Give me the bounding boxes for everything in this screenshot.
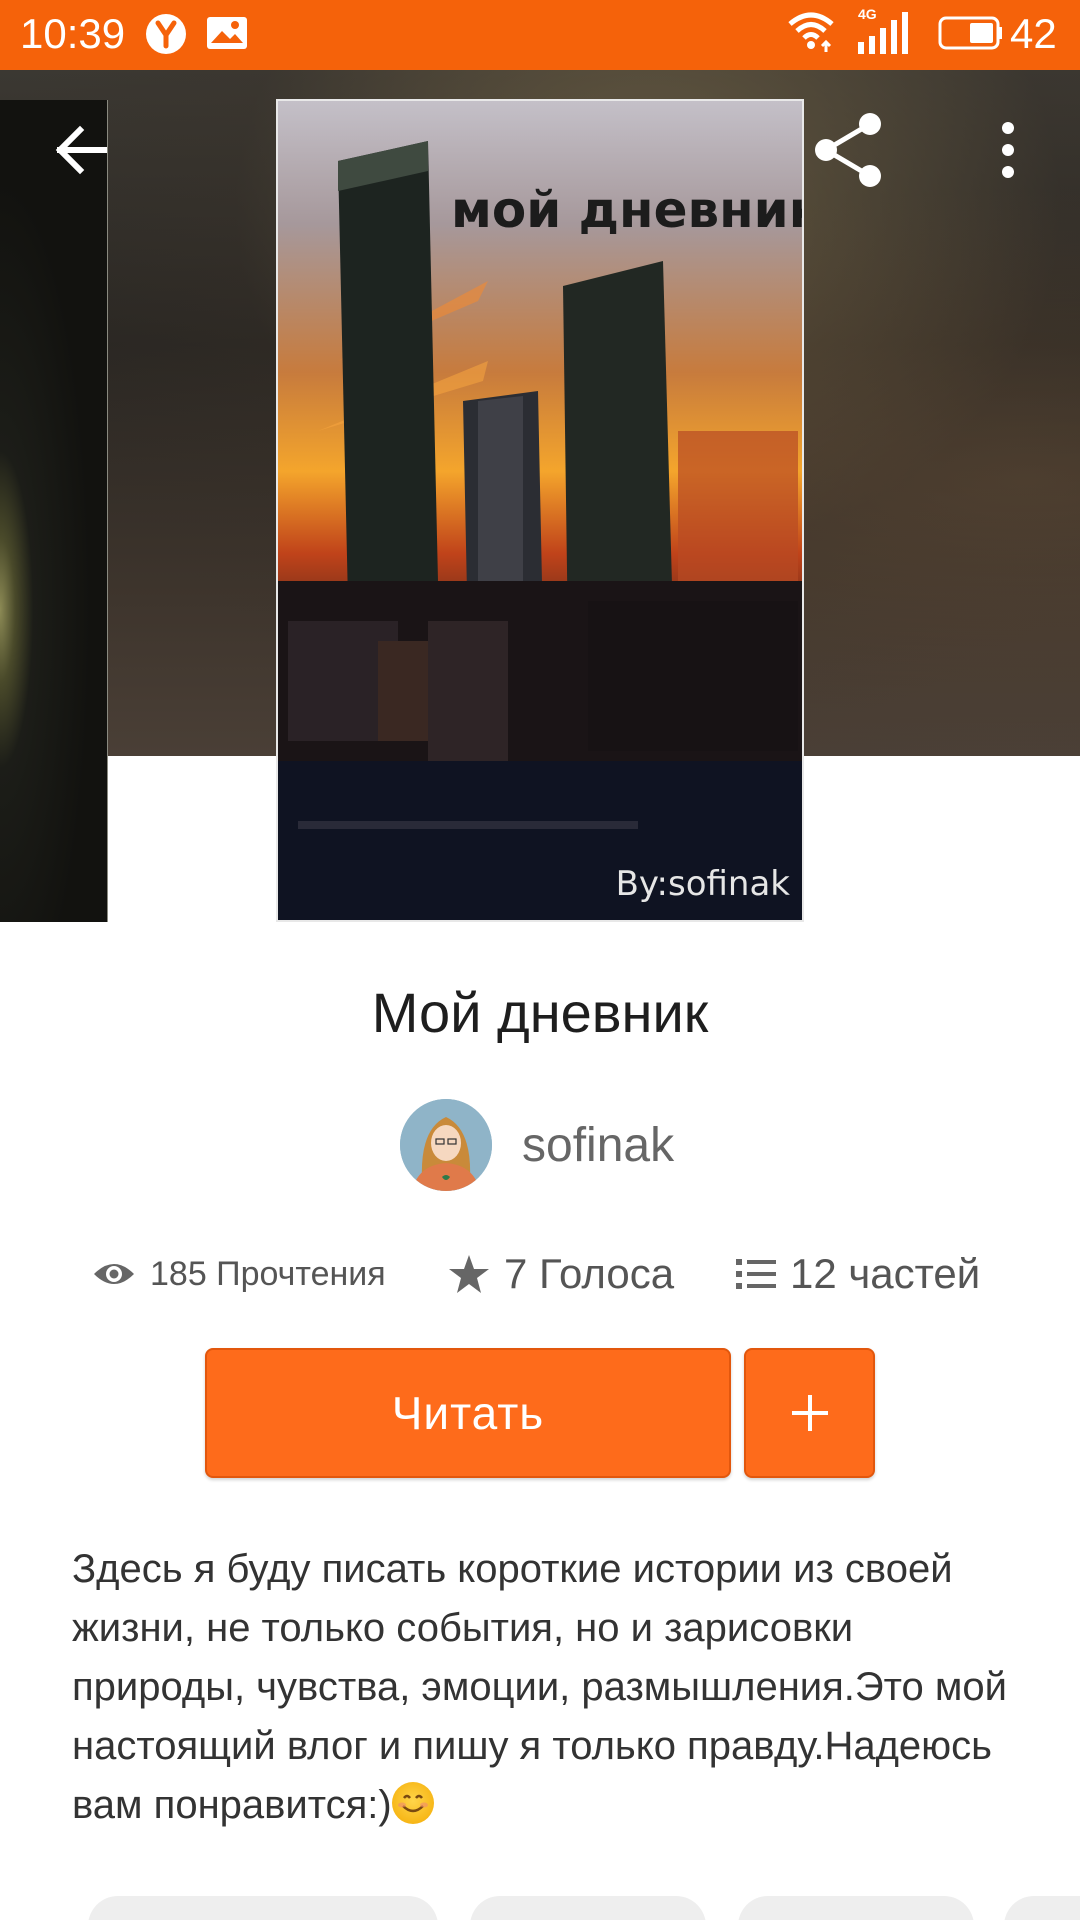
back-arrow-icon[interactable] xyxy=(52,120,112,180)
tag-chip[interactable] xyxy=(470,1896,706,1920)
parts-stat[interactable]: 12 частей xyxy=(736,1244,980,1304)
battery-icon xyxy=(938,16,1002,50)
status-bar: 10:39 4G 42 xyxy=(0,0,1080,70)
battery-percentage: 42 xyxy=(1010,10,1057,57)
reads-count: 185 Прочтения xyxy=(150,1254,386,1293)
tag-chip[interactable] xyxy=(738,1896,974,1920)
story-title: Мой дневник xyxy=(371,981,709,1044)
parts-count: 12 частей xyxy=(790,1250,981,1297)
eye-icon xyxy=(94,1264,134,1284)
votes-stat: 7 Голоса xyxy=(448,1244,674,1304)
story-cover[interactable]: мой дневник By:sofinak xyxy=(276,99,804,922)
signal-strength-icon xyxy=(858,12,908,54)
author-row[interactable]: sofinak xyxy=(400,1098,674,1192)
reads-stat: 185 Прочтения xyxy=(92,1244,386,1304)
cover-author-text: By:sofinak xyxy=(615,864,790,904)
tag-chip[interactable] xyxy=(88,1896,438,1920)
star-icon xyxy=(449,1255,489,1293)
author-name[interactable]: sofinak xyxy=(522,1118,674,1173)
tags-row xyxy=(0,1896,1080,1920)
previous-story-cover[interactable] xyxy=(0,100,108,922)
tag-chip[interactable] xyxy=(1004,1896,1080,1920)
yandex-browser-icon xyxy=(146,14,186,54)
story-stats: 185 Прочтения 7 Голоса 12 частей xyxy=(0,1244,1080,1304)
add-to-library-button[interactable] xyxy=(744,1348,875,1478)
author-avatar[interactable] xyxy=(400,1099,492,1191)
wifi-icon xyxy=(788,12,834,52)
read-button[interactable]: Читать xyxy=(205,1348,731,1478)
votes-count: 7 Голоса xyxy=(504,1250,675,1297)
list-icon xyxy=(736,1259,776,1289)
status-time: 10:39 xyxy=(20,10,126,57)
plus-icon xyxy=(791,1395,828,1431)
more-vertical-icon[interactable] xyxy=(988,120,1028,180)
smiling-face-emoji xyxy=(391,1782,434,1824)
cover-title-text: мой дневник xyxy=(451,181,804,239)
gallery-notification-icon xyxy=(207,17,247,49)
description-text: Здесь я буду писать короткие истории из … xyxy=(72,1547,1007,1827)
share-icon[interactable] xyxy=(812,112,888,188)
story-description: Здесь я буду писать короткие истории из … xyxy=(72,1540,1022,1835)
